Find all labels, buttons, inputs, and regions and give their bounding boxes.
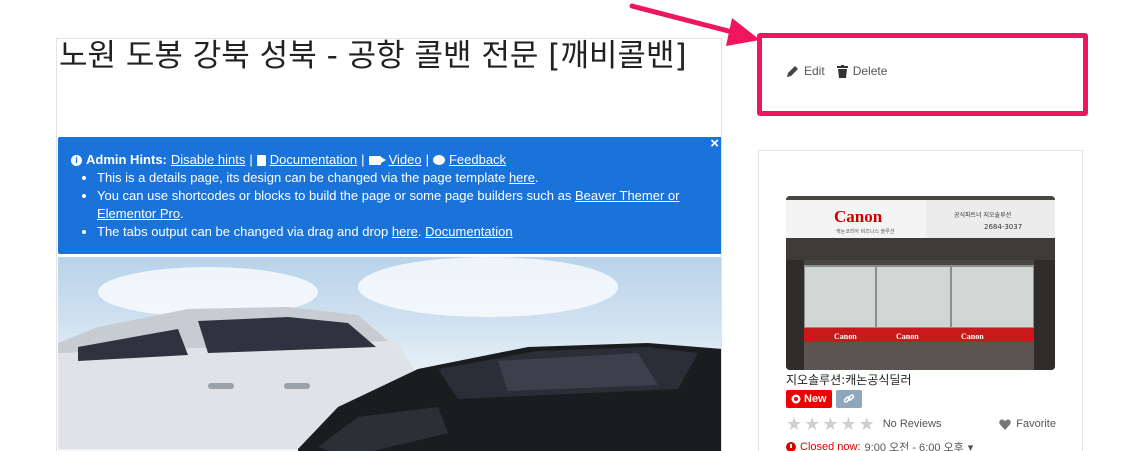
business-hours[interactable]: Closed now: 9:00 오전 - 6:00 오후 ▾ (786, 439, 973, 451)
rating-row: ★ ★ ★ ★ ★ No Reviews Favorite (786, 415, 1056, 433)
info-icon: i (71, 154, 82, 166)
svg-text:공식파트너 지오솔루션: 공식파트너 지오솔루션 (954, 211, 1011, 219)
website-link-badge[interactable] (835, 390, 862, 408)
delete-label: Delete (852, 64, 888, 78)
svg-text:Canon: Canon (834, 207, 883, 226)
video-icon (368, 155, 386, 165)
tabs-documentation-link[interactable]: Documentation (425, 224, 512, 239)
chevron-down-icon: ▾ (967, 441, 974, 451)
hints-list: This is a details page, its design can b… (97, 169, 710, 241)
video-link[interactable]: Video (389, 151, 422, 169)
listing-name[interactable]: 지오솔루션:캐논공식딜러 (786, 371, 911, 388)
book-icon (256, 154, 266, 166)
hero-image (58, 257, 721, 451)
svg-text:2684-3037: 2684-3037 (984, 223, 1022, 231)
listing-badges: New (786, 390, 862, 408)
hours-value: 9:00 오전 - 6:00 오후 (864, 442, 964, 451)
listing-photo[interactable]: Canon 캐논코리아 비즈니스 솔루션 공식파트너 지오솔루션 2684-30… (786, 196, 1055, 370)
admin-hints-panel: × i Admin Hints: Disable hints | Documen… (58, 136, 721, 254)
feedback-link[interactable]: Feedback (449, 151, 506, 169)
separator: | (361, 152, 365, 167)
hint-item: This is a details page, its design can b… (97, 169, 710, 187)
svg-text:Canon: Canon (961, 332, 984, 341)
documentation-link[interactable]: Documentation (270, 151, 357, 169)
new-badge: New (786, 390, 832, 408)
svg-text:Canon: Canon (834, 332, 857, 341)
page-title: 노원 도봉 강북 성북 - 공항 콜밴 전문 [깨비콜밴] (59, 38, 687, 74)
hint-item: The tabs output can be changed via drag … (97, 223, 710, 241)
edit-toolbar: Edit Delete (786, 64, 893, 78)
close-hints-icon[interactable]: × (710, 136, 719, 151)
star-icon: ★ (840, 414, 857, 434)
separator: | (249, 152, 253, 167)
link-icon (843, 394, 854, 403)
disable-hints-link[interactable]: Disable hints (171, 151, 245, 169)
closed-status: Closed now: (800, 441, 861, 451)
favorite-label: Favorite (1016, 418, 1056, 430)
svg-text:Canon: Canon (896, 332, 919, 341)
tabs-here-link[interactable]: here (392, 224, 418, 239)
comment-icon (432, 155, 445, 165)
delete-button[interactable]: Delete (836, 64, 888, 78)
star-icon: ★ (858, 414, 875, 434)
hints-label: Admin Hints: (86, 152, 167, 167)
hint-item: You can use shortcodes or blocks to buil… (97, 187, 710, 223)
star-icon: ★ (822, 414, 839, 434)
star-icon: ★ (804, 414, 821, 434)
listing-details-card: 노원 도봉 강북 성북 - 공항 콜밴 전문 [깨비콜밴] × i Admin … (56, 38, 722, 451)
hints-header: i Admin Hints: Disable hints | Documenta… (71, 151, 710, 169)
new-badge-label: New (804, 393, 827, 405)
certificate-icon (791, 394, 801, 404)
listing-sidebar-card: Canon 캐논코리아 비즈니스 솔루션 공식파트너 지오솔루션 2684-30… (758, 150, 1083, 451)
reviews-count: No Reviews (882, 418, 942, 430)
star-icon: ★ (786, 414, 803, 434)
edit-button[interactable]: Edit (786, 64, 825, 78)
trash-icon (836, 64, 848, 78)
edit-label: Edit (804, 64, 825, 78)
favorite-button[interactable]: Favorite (999, 418, 1056, 430)
separator: | (425, 152, 429, 167)
pencil-icon (787, 65, 798, 77)
vans-illustration (58, 307, 721, 451)
template-here-link[interactable]: here (509, 170, 535, 185)
storefront-image: Canon 캐논코리아 비즈니스 솔루션 공식파트너 지오솔루션 2684-30… (786, 196, 1055, 370)
svg-text:캐논코리아 비즈니스 솔루션: 캐논코리아 비즈니스 솔루션 (836, 228, 895, 235)
heart-icon (999, 419, 1011, 430)
clock-icon (786, 442, 796, 451)
rating-stars[interactable]: ★ ★ ★ ★ ★ (786, 415, 875, 433)
